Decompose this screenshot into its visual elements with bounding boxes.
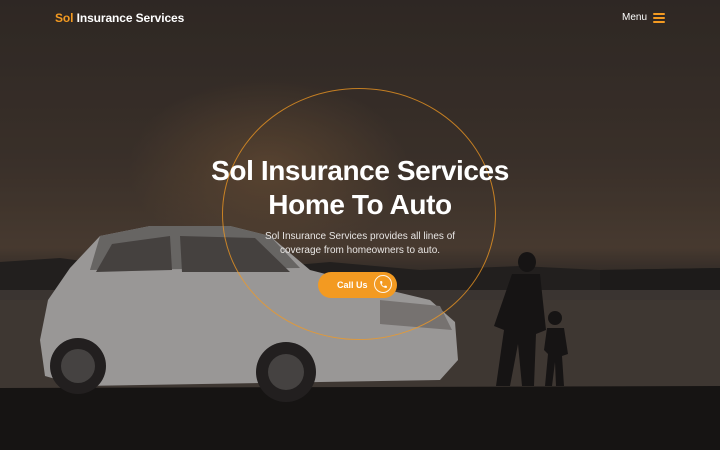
menu-label: Menu bbox=[621, 12, 647, 23]
brand-accent-text: Sol bbox=[55, 11, 74, 25]
hero-subtext-line1: Sol Insurance Services provides all line… bbox=[264, 231, 456, 242]
call-us-label: Call Us bbox=[337, 280, 368, 290]
hamburger-icon bbox=[653, 12, 665, 23]
navbar: Sol Insurance Services Menu bbox=[0, 0, 720, 38]
phone-icon bbox=[374, 275, 392, 293]
hero-subtext-line2: coverage from homeowners to auto. bbox=[279, 245, 441, 256]
brand-logo[interactable]: Sol Insurance Services bbox=[55, 11, 184, 25]
call-us-button[interactable]: Call Us bbox=[318, 272, 397, 298]
hero-headline-line2: Home To Auto bbox=[268, 189, 452, 220]
menu-button[interactable]: Menu bbox=[622, 12, 665, 23]
brand-name-text: Insurance Services bbox=[76, 11, 185, 25]
hero-headline-line1: Sol Insurance Services bbox=[211, 155, 509, 186]
